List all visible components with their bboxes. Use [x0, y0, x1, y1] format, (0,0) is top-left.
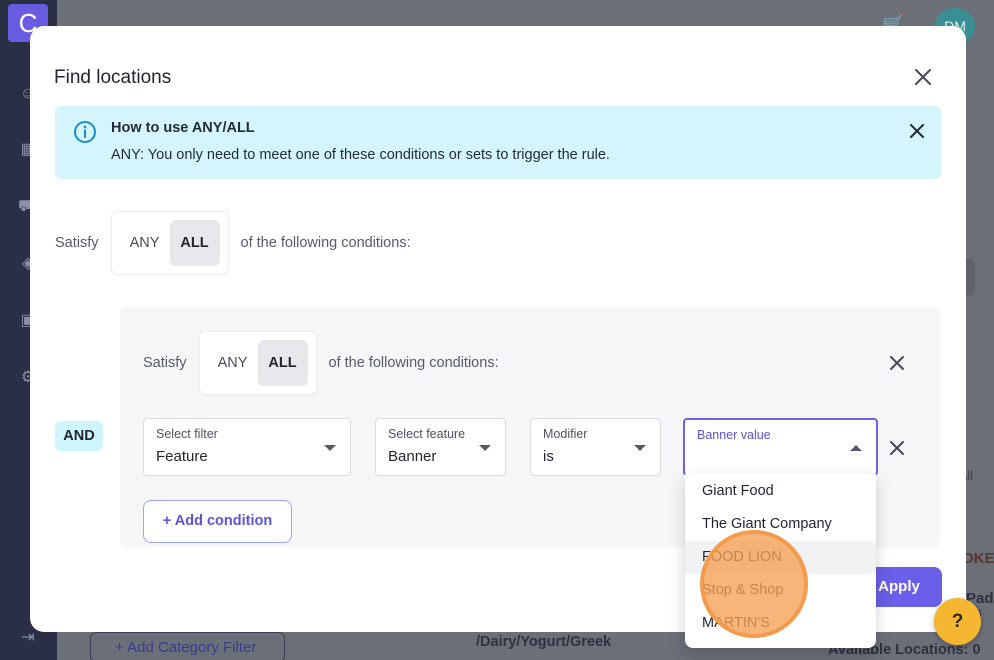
info-body: ANY: You only need to meet one of these …: [111, 147, 610, 163]
chevron-down-icon: [479, 445, 491, 451]
group-any-all-toggle: ANY ALL: [198, 331, 317, 395]
field-value: Feature: [156, 448, 208, 465]
banner-options-list: Giant Food The Giant Company FOOD LION S…: [685, 474, 876, 648]
toggle-any[interactable]: ANY: [208, 340, 258, 386]
group-satisfy-row: Satisfy ANY ALL of the following conditi…: [143, 331, 499, 395]
outer-satisfy-row: Satisfy ANY ALL of the following conditi…: [55, 211, 411, 275]
info-title: How to use ANY/ALL: [111, 120, 255, 136]
modal-title: Find locations: [54, 67, 172, 88]
modifier-dropdown[interactable]: Modifier is: [530, 418, 661, 476]
field-label: Modifier: [543, 427, 588, 441]
satisfy-suffix: of the following conditions:: [328, 355, 499, 371]
chevron-up-icon: [850, 445, 862, 451]
help-button[interactable]: ?: [934, 598, 981, 645]
field-label: Select feature: [388, 427, 466, 441]
banner-option[interactable]: Giant Food: [685, 475, 876, 508]
outer-any-all-toggle: ANY ALL: [110, 211, 229, 275]
banner-value-dropdown[interactable]: Banner value: [683, 418, 878, 476]
chevron-down-icon: [324, 445, 336, 451]
add-condition-button[interactable]: + Add condition: [143, 500, 292, 543]
field-label: Select filter: [156, 427, 218, 441]
satisfy-label: Satisfy: [55, 235, 99, 251]
select-feature-dropdown[interactable]: Select feature Banner: [375, 418, 506, 476]
field-label: Banner value: [697, 428, 771, 442]
banner-option[interactable]: Stop & Shop: [685, 574, 876, 607]
field-value: is: [543, 448, 554, 465]
category-breadcrumb: /Dairy/Yogurt/Greek: [476, 634, 612, 650]
remove-condition-icon[interactable]: [888, 439, 906, 457]
dismiss-info-icon[interactable]: [908, 122, 926, 140]
and-connector-badge: AND: [55, 421, 103, 451]
chevron-down-icon: [634, 445, 646, 451]
toggle-any[interactable]: ANY: [120, 220, 170, 266]
add-category-filter-button[interactable]: + Add Category Filter: [90, 632, 285, 660]
banner-option[interactable]: The Giant Company: [685, 508, 876, 541]
select-filter-dropdown[interactable]: Select filter Feature: [143, 418, 351, 476]
banner-option-hovered[interactable]: FOOD LION: [685, 541, 876, 574]
info-banner: How to use ANY/ALL ANY: You only need to…: [55, 106, 941, 179]
info-icon: [74, 121, 96, 143]
logout-icon[interactable]: ⇥: [18, 628, 38, 648]
satisfy-suffix: of the following conditions:: [240, 235, 411, 251]
banner-option[interactable]: MARTIN'S: [685, 607, 876, 640]
close-icon[interactable]: [912, 66, 934, 88]
field-value: Banner: [388, 448, 437, 465]
toggle-all[interactable]: ALL: [257, 340, 308, 386]
background-partial-text: OKE: [962, 550, 994, 567]
satisfy-label: Satisfy: [143, 355, 187, 371]
remove-group-icon[interactable]: [888, 354, 906, 372]
toggle-all[interactable]: ALL: [169, 220, 220, 266]
